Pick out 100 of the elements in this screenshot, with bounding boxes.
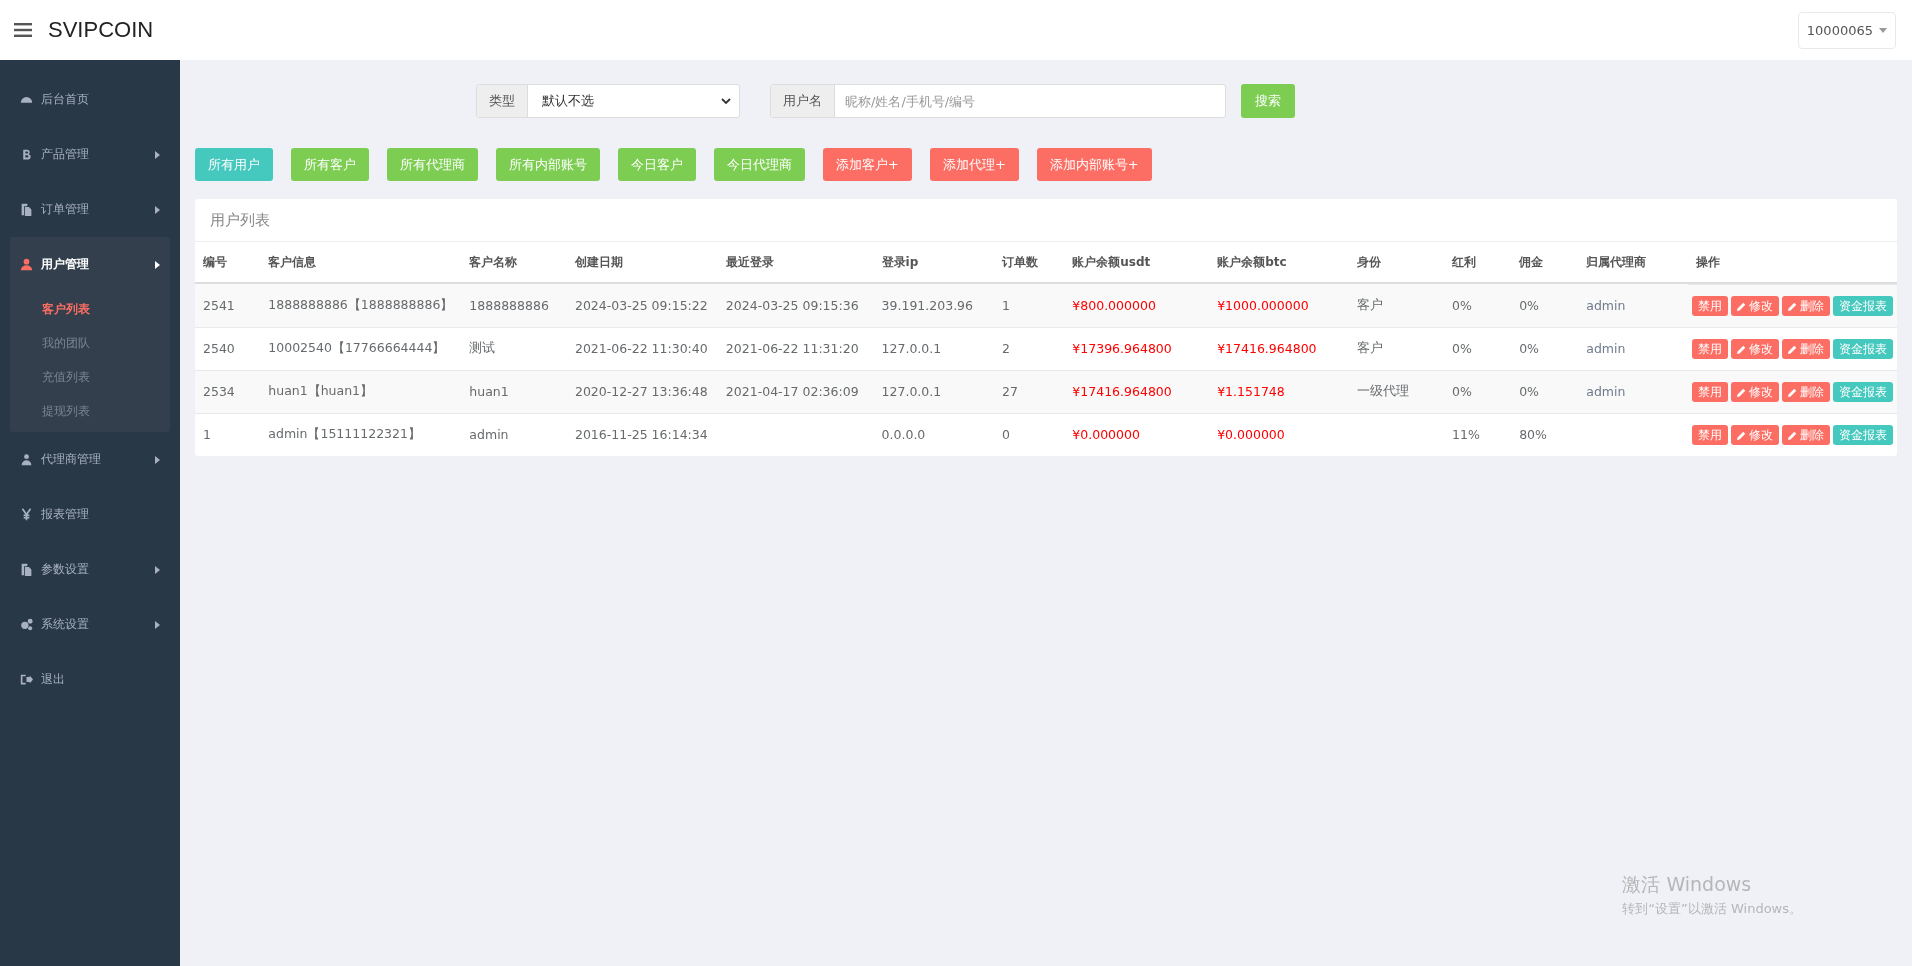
row-action-button[interactable]: 修改 <box>1731 296 1779 316</box>
chevron-down-icon <box>721 98 731 104</box>
row-action-button[interactable]: 删除 <box>1782 339 1830 359</box>
row-action-button[interactable]: 资金报表 <box>1833 425 1893 445</box>
activation-hint: 转到“设置”以激活 Windows。 <box>1622 900 1802 918</box>
pencil-icon <box>1788 344 1797 354</box>
table-cell: 127.0.0.1 <box>881 341 942 356</box>
pencil-icon <box>1737 301 1746 311</box>
filter-button[interactable]: 所有代理商 <box>387 148 478 181</box>
table-cell: 0.0.0.0 <box>881 427 926 443</box>
table-cell: 27 <box>1002 384 1018 399</box>
table-cell: 客户 <box>1357 296 1384 312</box>
table-cell: 80% <box>1519 427 1547 443</box>
sidebar-item[interactable]: 后台首页 <box>10 72 170 127</box>
filter-button[interactable]: 所有内部账号 <box>496 148 600 181</box>
menu-icon[interactable] <box>14 23 32 37</box>
table-cell: ¥1000.000000 <box>1217 297 1309 313</box>
agent-icon <box>20 453 33 466</box>
table-cell: 1 <box>1002 297 1010 313</box>
row-action-button[interactable]: 资金报表 <box>1833 339 1893 359</box>
table-cell: huan1 <box>469 384 509 399</box>
pencil-icon <box>1737 387 1746 397</box>
pencil-icon <box>1737 344 1746 354</box>
filter-button[interactable]: 今日代理商 <box>714 148 805 181</box>
table-cell: 测试 <box>469 340 496 355</box>
table-cell: 0% <box>1452 384 1472 399</box>
table-cell: 2024-03-25 09:15:36 <box>725 297 859 313</box>
row-action-button[interactable]: 禁用 <box>1692 425 1728 445</box>
submenu-item[interactable]: 客户列表 <box>10 292 170 326</box>
sidebar-item[interactable]: 订单管理 <box>10 182 170 237</box>
table-cell: 0% <box>1519 384 1539 399</box>
table-cell: 2016-11-25 16:14:34 <box>574 427 708 443</box>
sidebar-item[interactable]: 用户管理 <box>10 237 170 292</box>
table-cell: 39.191.203.96 <box>881 297 974 313</box>
row-action-button[interactable]: 删除 <box>1782 425 1830 445</box>
sidebar-item[interactable]: 退出 <box>10 652 170 707</box>
submenu-item[interactable]: 提现列表 <box>10 394 170 428</box>
bitcoin-icon <box>20 148 33 161</box>
table-cell: ¥1.151748 <box>1217 384 1285 399</box>
sidebar-item[interactable]: 参数设置 <box>10 542 170 597</box>
row-action-button[interactable]: 修改 <box>1731 382 1779 402</box>
sidebar-item[interactable]: 报表管理 <box>10 487 170 542</box>
table-cell: 2 <box>1002 341 1010 356</box>
type-select[interactable]: 类型 默认不选 <box>476 84 740 118</box>
table-cell: 2540 <box>203 341 235 356</box>
row-action-button[interactable]: 禁用 <box>1692 382 1728 402</box>
activation-title: 激活 Windows <box>1622 872 1753 897</box>
chevron-icon <box>155 260 160 269</box>
brand-title: SVIPCOIN <box>48 17 154 43</box>
chevron-icon <box>155 205 160 214</box>
row-action-button[interactable]: 修改 <box>1731 425 1779 445</box>
submenu-item[interactable]: 充值列表 <box>10 360 170 394</box>
table-cell: 2021-06-22 11:30:40 <box>574 341 708 356</box>
table-cell: 2534 <box>203 384 235 399</box>
chevron-icon <box>155 150 160 159</box>
filter-button[interactable]: 添加内部账号+ <box>1036 148 1152 181</box>
row-action-button[interactable]: 禁用 <box>1692 339 1728 359</box>
logout-icon <box>20 673 33 686</box>
table-cell: 1 <box>203 427 211 443</box>
search-button[interactable]: 搜索 <box>1241 84 1295 118</box>
username-field[interactable]: 用户名 昵称/姓名/手机号/编号 <box>770 84 1226 118</box>
gears-icon <box>20 618 33 631</box>
table-cell: 10002540【17766664444】 <box>268 340 446 355</box>
submenu-item[interactable]: 我的团队 <box>10 326 170 360</box>
row-action-button[interactable]: 删除 <box>1782 382 1830 402</box>
sidebar-item[interactable]: 系统设置 <box>10 597 170 652</box>
row-action-button[interactable]: 删除 <box>1782 296 1830 316</box>
table-cell: 0 <box>1002 427 1010 443</box>
table-cell: 1888888886 <box>469 297 549 313</box>
filter-button[interactable]: 添加客户+ <box>823 148 912 181</box>
copy-icon <box>20 563 33 576</box>
table-cell: 2024-03-25 09:15:22 <box>574 297 708 313</box>
filter-button[interactable]: 今日客户 <box>618 148 696 181</box>
filter-button[interactable]: 添加代理+ <box>929 148 1019 181</box>
row-action-button[interactable]: 禁用 <box>1692 296 1728 316</box>
table-cell: 2021-06-22 11:31:20 <box>725 341 859 356</box>
table-cell: admin <box>1586 297 1626 313</box>
table-cell: 2020-12-27 13:36:48 <box>574 384 708 399</box>
row-action-button[interactable]: 资金报表 <box>1833 382 1893 402</box>
table-cell: ¥17396.964800 <box>1072 341 1172 356</box>
pencil-icon <box>1788 430 1797 440</box>
account-dropdown[interactable]: 10000065 <box>1797 11 1896 49</box>
sidebar-item[interactable]: 产品管理 <box>10 127 170 182</box>
table-cell: 一级代理 <box>1357 383 1410 398</box>
row-action-button[interactable]: 修改 <box>1731 339 1779 359</box>
filter-button[interactable]: 所有客户 <box>291 148 369 181</box>
table-cell: 1888888886【1888888886】 <box>268 296 454 312</box>
username-input[interactable]: 昵称/姓名/手机号/编号 <box>835 92 1225 110</box>
row-action-button[interactable]: 资金报表 <box>1833 296 1893 316</box>
filter-button[interactable]: 所有用户 <box>195 148 273 181</box>
table-cell: ¥0.000000 <box>1217 427 1285 443</box>
user-icon <box>20 258 33 271</box>
table-cell: 2021-04-17 02:36:09 <box>725 384 859 399</box>
table-cell: 0% <box>1519 341 1539 356</box>
copy-icon <box>20 203 33 216</box>
chevron-icon <box>155 565 160 574</box>
sidebar-item[interactable]: 代理商管理 <box>10 432 170 487</box>
table-cell: 11% <box>1452 427 1480 443</box>
field-label: 用户名 <box>771 85 835 117</box>
yen-icon <box>20 508 33 521</box>
